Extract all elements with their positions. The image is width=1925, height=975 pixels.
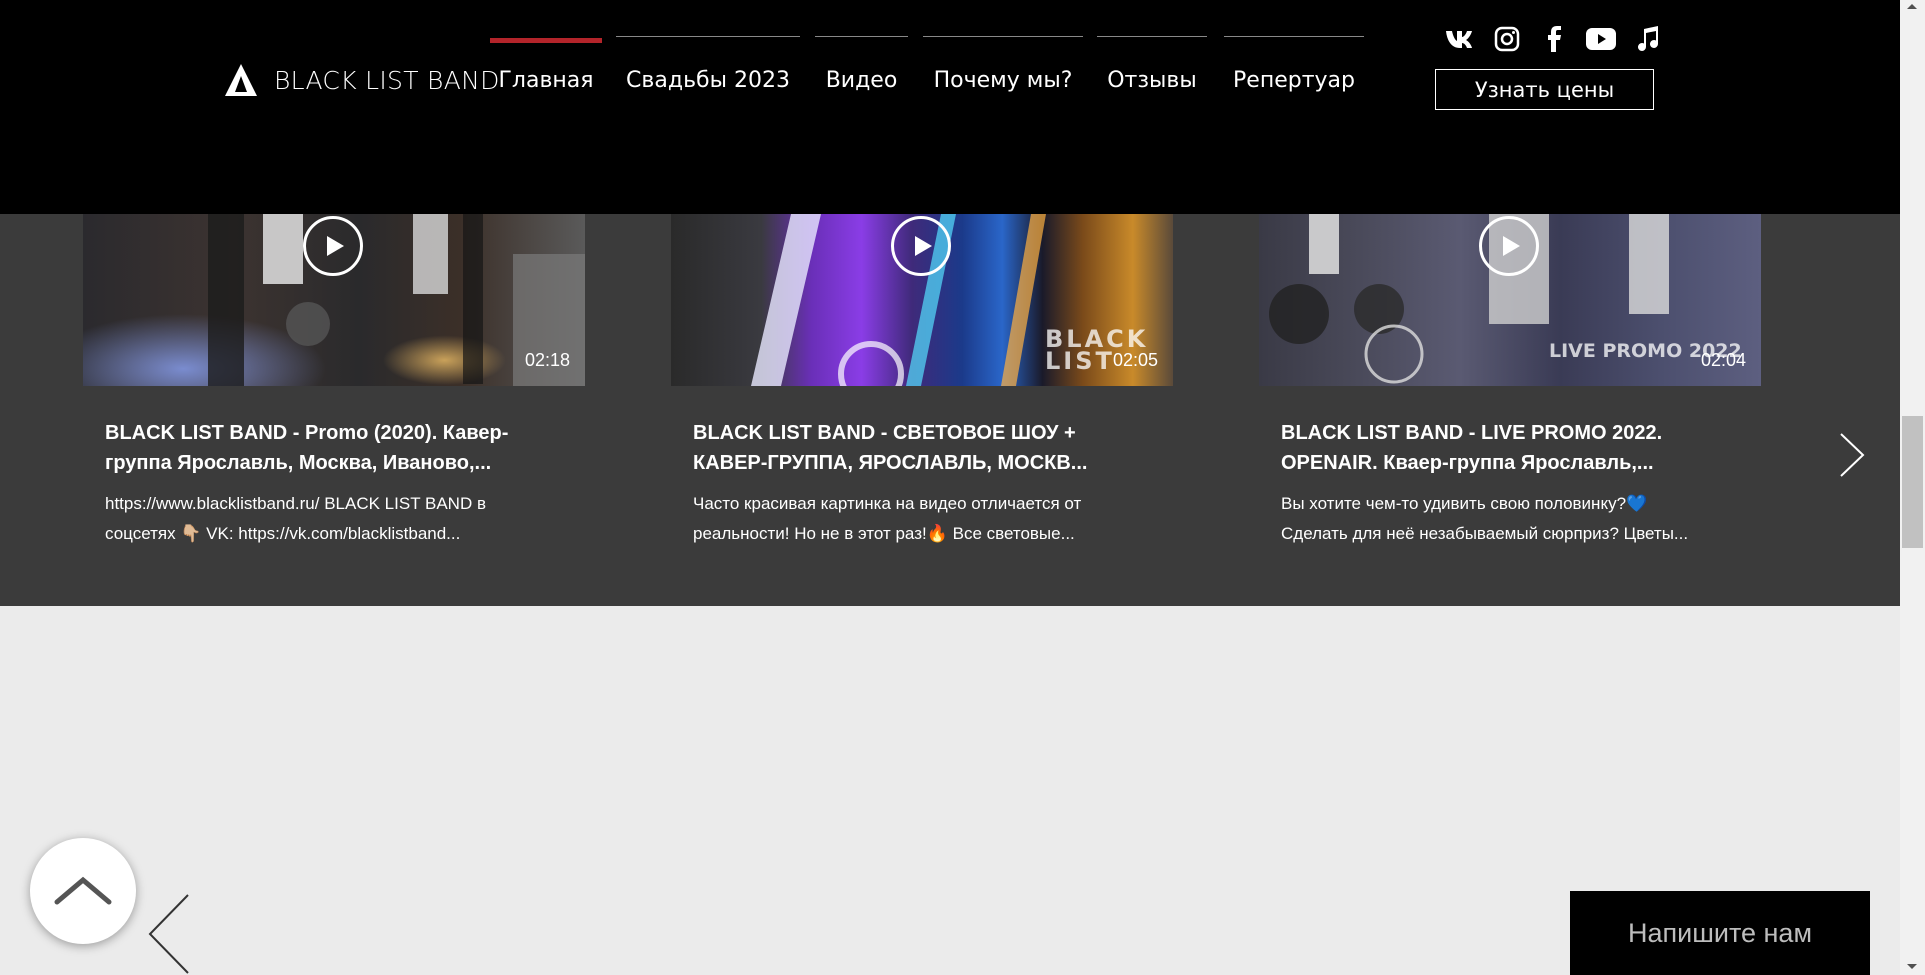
- nav-divider: [1224, 36, 1364, 37]
- video-gallery: 02:18 BLACK LIST BAND - Promo (2020). Ка…: [0, 214, 1900, 606]
- nav-item-why-us[interactable]: Почему мы?: [923, 36, 1083, 96]
- nav-indicator: [490, 38, 602, 43]
- nav-label: Репертуар: [1233, 68, 1355, 93]
- facebook-icon[interactable]: [1530, 24, 1577, 54]
- site-header: BLACK LIST BAND Главная Свадьбы 2023 Вид…: [0, 0, 1900, 214]
- get-prices-button[interactable]: Узнать цены: [1435, 69, 1654, 110]
- video-description: https://www.blacklistband.ru/ BLACK LIST…: [105, 494, 486, 543]
- nav-item-home[interactable]: Главная: [490, 36, 602, 96]
- chevron-right-icon[interactable]: [1838, 432, 1866, 478]
- nav-divider: [815, 36, 908, 37]
- contact-us-button[interactable]: Напишите нам: [1570, 891, 1870, 975]
- scrollbar-thumb[interactable]: [1902, 416, 1923, 548]
- nav-divider: [1097, 36, 1207, 37]
- youtube-icon[interactable]: [1577, 24, 1624, 54]
- logo-text: BLACK LIST BAND: [274, 65, 500, 95]
- social-links: [1436, 24, 1671, 54]
- nav-item-weddings[interactable]: Свадьбы 2023: [616, 36, 800, 96]
- band-logo-icon: [225, 64, 257, 96]
- video-duration: 02:05: [1112, 350, 1158, 370]
- video-title[interactable]: BLACK LIST BAND - LIVE PROMO 2022. OPENA…: [1281, 418, 1711, 478]
- music-note-icon[interactable]: [1624, 24, 1671, 54]
- nav-divider: [616, 36, 800, 37]
- nav-item-reviews[interactable]: Отзывы: [1097, 36, 1207, 96]
- video-thumbnail[interactable]: 02:18: [83, 214, 585, 386]
- video-duration: 02:18: [524, 350, 570, 370]
- nav-label: Главная: [498, 68, 594, 93]
- nav-divider: [923, 36, 1083, 37]
- video-description: Вы хотите чем-то удивить свою половинку?…: [1281, 494, 1689, 543]
- logo[interactable]: BLACK LIST BAND: [223, 62, 500, 98]
- nav-label: Свадьбы 2023: [626, 68, 790, 93]
- nav-item-video[interactable]: Видео: [815, 36, 908, 96]
- video-duration: 02:04: [1700, 350, 1746, 370]
- video-thumbnail[interactable]: BLACK LIST 02:05: [671, 214, 1173, 386]
- play-icon[interactable]: [303, 216, 363, 276]
- scroll-down-arrow-icon[interactable]: [1907, 964, 1917, 969]
- chevron-left-icon[interactable]: [148, 893, 190, 975]
- video-title[interactable]: BLACK LIST BAND - СВЕТОВОЕ ШОУ + КАВЕР-Г…: [693, 418, 1123, 478]
- video-title[interactable]: BLACK LIST BAND - Promo (2020). Кавер-гр…: [105, 418, 535, 478]
- nav-label: Почему мы?: [933, 68, 1073, 93]
- instagram-icon[interactable]: [1483, 24, 1530, 54]
- video-thumbnail[interactable]: LIVE PROMO 2022 02:04: [1259, 214, 1761, 386]
- vk-icon[interactable]: [1436, 24, 1483, 54]
- play-icon[interactable]: [891, 216, 951, 276]
- nav-item-repertoire[interactable]: Репертуар: [1224, 36, 1364, 96]
- chevron-up-icon: [54, 876, 112, 905]
- scroll-to-top-button[interactable]: [30, 838, 136, 944]
- nav-label: Видео: [825, 68, 898, 93]
- scroll-up-arrow-icon[interactable]: [1907, 4, 1917, 9]
- video-description: Часто красивая картинка на видео отличае…: [693, 494, 1082, 543]
- nav-label: Отзывы: [1107, 68, 1197, 93]
- play-icon[interactable]: [1479, 216, 1539, 276]
